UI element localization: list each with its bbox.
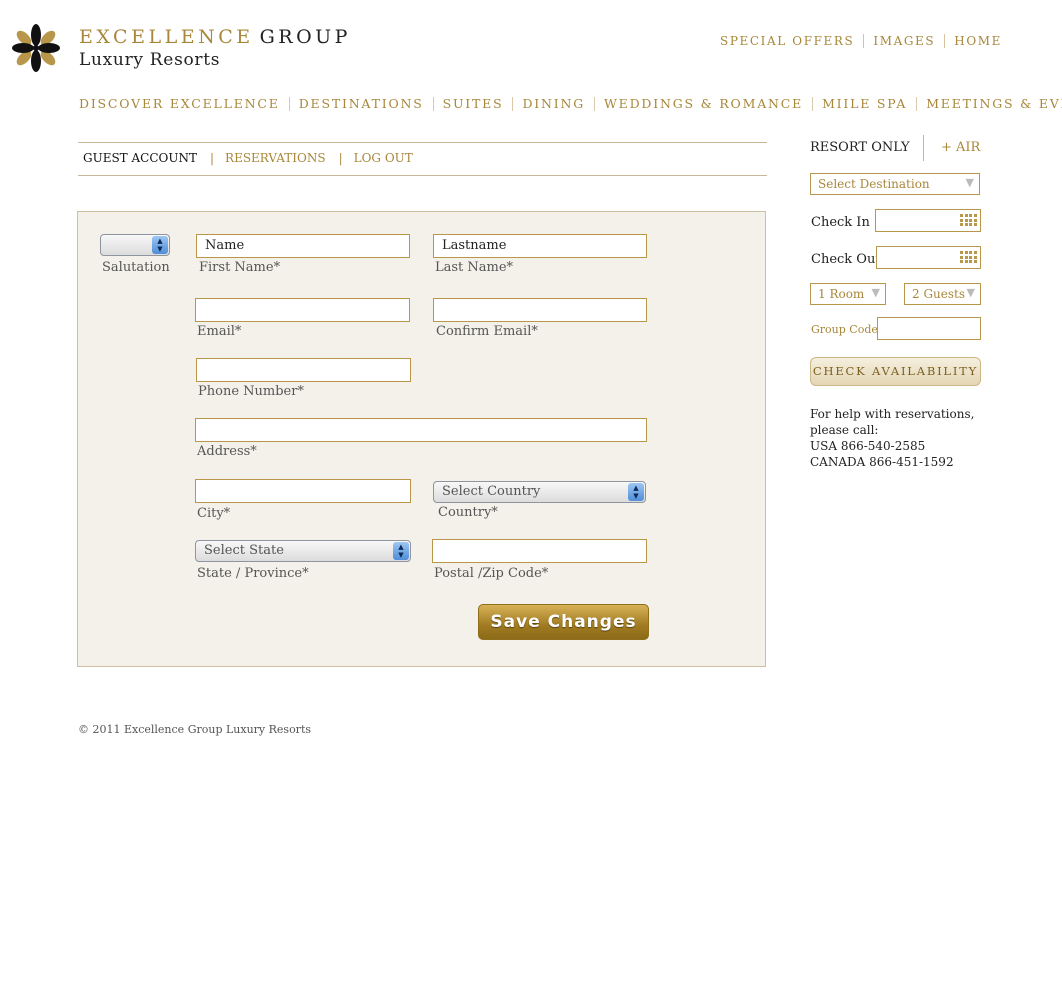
nav-separator: |	[338, 151, 343, 165]
calendar-icon[interactable]	[960, 251, 977, 264]
copyright: © 2011 Excellence Group Luxury Resorts	[78, 723, 312, 736]
divider	[916, 96, 918, 111]
state-label: State / Province*	[197, 566, 309, 581]
confirm-email-label: Confirm Email*	[436, 324, 538, 339]
brand-flower-logo[interactable]	[12, 24, 62, 72]
guests-select[interactable]: 2 Guests ▼	[904, 283, 981, 305]
check-out-field[interactable]	[876, 246, 981, 269]
brand-word-group: GROUP	[259, 26, 351, 48]
main-nav: DISCOVER EXCELLENCE DESTINATIONS SUITES …	[79, 96, 1062, 111]
help-text-line2: please call:	[810, 423, 879, 437]
logout-link[interactable]: LOG OUT	[354, 151, 413, 165]
rooms-select[interactable]: 1 Room ▼	[810, 283, 886, 305]
address-label: Address*	[197, 444, 257, 459]
postal-code-field[interactable]	[432, 539, 647, 563]
save-changes-button[interactable]: Save Changes	[478, 604, 649, 640]
plus-air-tab[interactable]: + AIR	[941, 140, 980, 155]
check-in-label: Check In	[811, 215, 870, 230]
country-select-value: Select Country	[442, 484, 541, 499]
select-arrows-icon: ▲ ▼	[393, 542, 409, 560]
chevron-down-icon: ▼	[871, 286, 880, 299]
first-name-field[interactable]: Name	[196, 234, 410, 258]
state-select[interactable]: Select State ▲ ▼	[195, 540, 411, 562]
salutation-select[interactable]: ▲ ▼	[100, 234, 170, 256]
rooms-select-value: 1 Room	[818, 287, 865, 301]
nav-meetings-events[interactable]: MEETINGS & EVENTS	[926, 96, 1062, 111]
divider	[594, 96, 596, 111]
help-phone-canada: CANADA 866-451-1592	[810, 455, 954, 469]
address-field[interactable]	[195, 418, 647, 442]
nav-miile-spa[interactable]: MIILE SPA	[822, 96, 907, 111]
select-arrows-icon: ▲ ▼	[152, 236, 168, 254]
salutation-label: Salutation	[102, 260, 170, 275]
country-label: Country*	[438, 505, 498, 520]
top-link-special-offers[interactable]: SPECIAL OFFERS	[720, 34, 854, 48]
destination-select-value: Select Destination	[818, 177, 930, 191]
phone-label: Phone Number*	[198, 384, 304, 399]
divider	[923, 135, 924, 161]
last-name-field[interactable]: Lastname	[433, 234, 647, 258]
top-link-images[interactable]: IMAGES	[873, 34, 935, 48]
tab-reservations[interactable]: RESERVATIONS	[225, 151, 326, 165]
last-name-label: Last Name*	[435, 260, 514, 275]
help-phone-usa: USA 866-540-2585	[810, 439, 926, 453]
account-nav: GUEST ACCOUNT | RESERVATIONS | LOG OUT	[83, 151, 413, 165]
select-arrows-icon: ▲ ▼	[628, 483, 644, 501]
state-select-value: Select State	[204, 543, 284, 558]
nav-discover-excellence[interactable]: DISCOVER EXCELLENCE	[79, 96, 280, 111]
confirm-email-field[interactable]	[433, 298, 647, 322]
brand-word-excellence: EXCELLENCE	[79, 26, 254, 48]
phone-field[interactable]	[196, 358, 411, 382]
city-field[interactable]	[195, 479, 411, 503]
city-label: City*	[197, 506, 231, 521]
nav-destinations[interactable]: DESTINATIONS	[299, 96, 424, 111]
nav-suites[interactable]: SUITES	[443, 96, 504, 111]
divider	[512, 96, 514, 111]
group-code-label: Group Code	[811, 323, 878, 336]
nav-weddings-romance[interactable]: WEDDINGS & ROMANCE	[604, 96, 803, 111]
first-name-label: First Name*	[199, 260, 281, 275]
top-link-home[interactable]: HOME	[954, 34, 1002, 48]
check-out-label: Check Out	[811, 252, 881, 267]
top-links: SPECIAL OFFERS IMAGES HOME	[720, 34, 1002, 48]
brand-name[interactable]: EXCELLENCE GROUP	[79, 26, 351, 48]
chevron-down-icon: ▼	[966, 286, 975, 299]
chevron-down-icon: ▼	[965, 176, 974, 189]
postal-code-label: Postal /Zip Code*	[434, 566, 549, 581]
nav-separator: |	[209, 151, 215, 165]
divider	[288, 96, 290, 111]
tab-guest-account[interactable]: GUEST ACCOUNT	[83, 151, 197, 165]
check-in-field[interactable]	[875, 209, 981, 232]
country-select[interactable]: Select Country ▲ ▼	[433, 481, 646, 503]
destination-select[interactable]: Select Destination ▼	[810, 173, 980, 195]
divider	[863, 34, 865, 48]
divider	[812, 96, 814, 111]
help-text-line1: For help with reservations,	[810, 407, 975, 421]
guests-select-value: 2 Guests	[912, 287, 966, 301]
check-availability-button[interactable]: CHECK AVAILABILITY	[810, 357, 981, 386]
calendar-icon[interactable]	[960, 214, 977, 227]
resort-only-tab[interactable]: RESORT ONLY	[810, 140, 910, 155]
email-label: Email*	[197, 324, 242, 339]
nav-dining[interactable]: DINING	[522, 96, 585, 111]
group-code-field[interactable]	[877, 317, 981, 340]
email-field[interactable]	[195, 298, 410, 322]
reservation-help: For help with reservations, please call:…	[810, 406, 1010, 470]
divider	[944, 34, 946, 48]
divider	[432, 96, 434, 111]
brand-tagline: Luxury Resorts	[79, 50, 221, 70]
